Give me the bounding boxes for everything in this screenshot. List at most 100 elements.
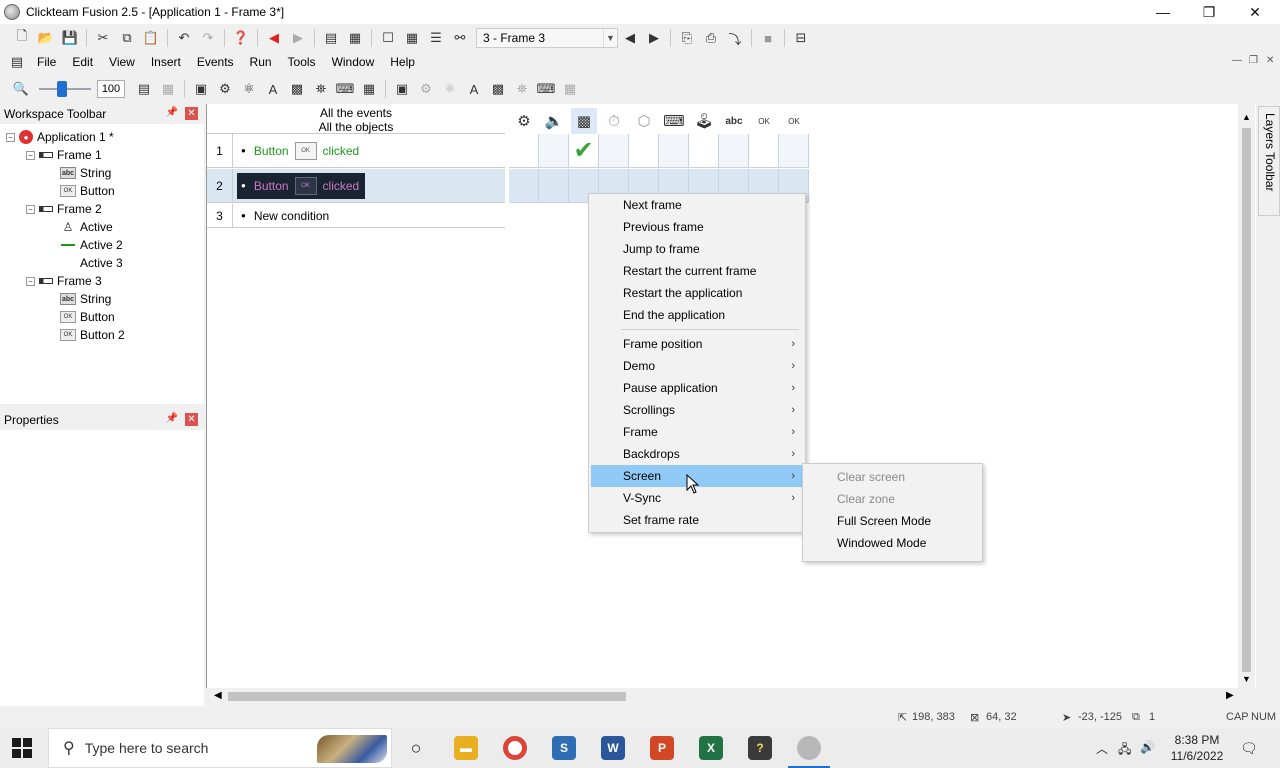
timer-icon[interactable]: ⚛: [240, 80, 258, 98]
timer-icon[interactable]: ⏱: [601, 108, 627, 134]
document-menu-icon[interactable]: ▤: [8, 53, 26, 71]
frame-selector[interactable]: 3 - Frame 3 ▼: [476, 28, 618, 48]
new-file-icon[interactable]: 🗋: [13, 28, 31, 47]
menu-events[interactable]: Events: [189, 55, 242, 69]
menu-file[interactable]: File: [29, 55, 64, 69]
menu-insert[interactable]: Insert: [143, 55, 189, 69]
submenu-item-clear-screen[interactable]: Clear screen: [805, 466, 980, 488]
menu-item-restart-application[interactable]: Restart the application: [591, 282, 803, 304]
save-icon[interactable]: 💾: [61, 29, 79, 47]
special-conditions-icon[interactable]: ⚙: [511, 108, 537, 134]
notification-icon[interactable]: 🗨: [1240, 740, 1258, 757]
network-icon[interactable]: 🖧: [1118, 740, 1131, 761]
create-icon[interactable]: ⛯: [312, 80, 330, 98]
special-icon[interactable]: ⚙: [216, 80, 234, 98]
event-list-icon[interactable]: ▦: [346, 29, 364, 47]
menu-help[interactable]: Help: [382, 55, 423, 69]
system-object-icon[interactable]: ▣: [192, 80, 210, 98]
menu-window[interactable]: Window: [324, 55, 383, 69]
button-2-object-icon[interactable]: OK: [781, 108, 807, 134]
prev-frame-icon[interactable]: ◀: [621, 29, 639, 47]
next-frame-icon[interactable]: ▶: [645, 29, 663, 47]
player-icon[interactable]: ▦: [360, 80, 378, 98]
collapse-icon[interactable]: −: [26, 276, 35, 286]
menu-item-end-application[interactable]: End the application: [591, 304, 803, 326]
storyboard-2-icon[interactable]: ▩: [489, 80, 507, 98]
menu-item-scrollings[interactable]: Scrollings ›: [591, 399, 803, 421]
mdi-close-icon[interactable]: ✕: [1266, 55, 1274, 66]
pin-icon[interactable]: 📌: [166, 413, 178, 424]
tree-item-object[interactable]: ♙ Active: [0, 218, 204, 236]
button-object-icon[interactable]: OK: [751, 108, 777, 134]
back-icon[interactable]: ◀: [265, 29, 283, 47]
storyboard-controls-icon[interactable]: ▩: [288, 80, 306, 98]
build-icon[interactable]: ⊟: [792, 29, 810, 47]
close-panel-icon[interactable]: ✕: [185, 107, 198, 120]
tree-item-frame[interactable]: − Frame 1: [0, 146, 204, 164]
vertical-scrollbar-thumb[interactable]: [1242, 128, 1251, 672]
event-grid-cell[interactable]: [509, 169, 539, 203]
menu-item-frame[interactable]: Frame ›: [591, 421, 803, 443]
new-condition[interactable]: ● New condition: [233, 204, 505, 227]
paste-icon[interactable]: 📋: [142, 29, 160, 47]
run-application-icon[interactable]: ⎙: [702, 29, 720, 47]
start-button[interactable]: [12, 738, 32, 758]
tree-item-object[interactable]: OK Button: [0, 308, 204, 326]
close-panel-icon[interactable]: ✕: [185, 413, 198, 426]
word-icon[interactable]: W: [601, 736, 625, 760]
tray-chevron-icon[interactable]: ︿: [1096, 740, 1108, 757]
redo-icon[interactable]: ↷: [199, 29, 217, 47]
task-view-icon[interactable]: ○: [404, 736, 428, 760]
event-grid-cell[interactable]: [539, 134, 569, 168]
menu-item-demo[interactable]: Demo ›: [591, 355, 803, 377]
menu-view[interactable]: View: [101, 55, 143, 69]
list-editor-icon[interactable]: ☰: [427, 29, 445, 47]
excel-icon[interactable]: X: [699, 736, 723, 760]
tree-item-frame[interactable]: − Frame 2: [0, 200, 204, 218]
clickteam-fusion-taskbar-icon[interactable]: [797, 736, 821, 760]
zoom-slider[interactable]: [39, 81, 91, 97]
storyboard-controls-icon[interactable]: ▩: [571, 108, 597, 134]
tree-item-object[interactable]: OK Button 2: [0, 326, 204, 344]
menu-item-backdrops[interactable]: Backdrops ›: [591, 443, 803, 465]
grid-icon[interactable]: ▦: [159, 80, 177, 98]
event-row-selected[interactable]: 2 ● Button OK clicked: [207, 169, 505, 203]
system-object-2-icon[interactable]: ▣: [393, 80, 411, 98]
comment-icon[interactable]: ▤: [135, 80, 153, 98]
event-grid-cell[interactable]: [629, 134, 659, 168]
scroll-up-icon[interactable]: ▲: [1242, 112, 1251, 122]
tree-item-application[interactable]: − ● Application 1 *: [0, 128, 204, 146]
string-2-icon[interactable]: A: [465, 80, 483, 98]
event-grid-cell[interactable]: [749, 134, 779, 168]
visual-studio-code-icon[interactable]: S: [552, 736, 576, 760]
scroll-left-icon[interactable]: ◀: [214, 690, 222, 701]
event-row[interactable]: 3 ● New condition: [207, 204, 505, 228]
keyboard-2-icon[interactable]: ⌨: [537, 80, 556, 98]
special-2-icon[interactable]: ⚙: [417, 80, 435, 98]
menu-edit[interactable]: Edit: [64, 55, 101, 69]
event-condition[interactable]: ● Button OK clicked: [237, 172, 365, 199]
chrome-icon[interactable]: [503, 736, 527, 760]
file-explorer-icon[interactable]: ▬: [454, 736, 478, 760]
chevron-down-icon[interactable]: ▼: [603, 29, 617, 47]
help-app-icon[interactable]: ?: [748, 736, 772, 760]
menu-run[interactable]: Run: [242, 55, 280, 69]
checkmark-icon[interactable]: ✔: [569, 134, 599, 168]
event-grid-cell[interactable]: [539, 169, 569, 203]
close-button[interactable]: ✕: [1232, 0, 1278, 24]
taskbar-clock[interactable]: 8:38 PM 11/6/2022: [1160, 732, 1234, 764]
event-grid-cell[interactable]: [509, 134, 539, 168]
tree-item-object[interactable]: abc String: [0, 290, 204, 308]
run-exe-icon[interactable]: ⤵: [726, 29, 744, 47]
event-grid-cell[interactable]: [779, 134, 809, 168]
storyboard-icon[interactable]: ▤: [322, 29, 340, 47]
sound-icon[interactable]: 🔈: [541, 108, 567, 134]
keyboard-mouse-icon[interactable]: ⌨: [661, 108, 687, 134]
menu-item-jump-to-frame[interactable]: Jump to frame: [591, 238, 803, 260]
horizontal-scrollbar-thumb[interactable]: [228, 692, 626, 701]
stop-icon[interactable]: ■: [759, 29, 777, 47]
collapse-icon[interactable]: −: [26, 150, 35, 160]
tree-item-object[interactable]: OK Button: [0, 182, 204, 200]
submenu-item-full-screen-mode[interactable]: Full Screen Mode: [805, 510, 980, 532]
event-grid-cell[interactable]: [689, 134, 719, 168]
